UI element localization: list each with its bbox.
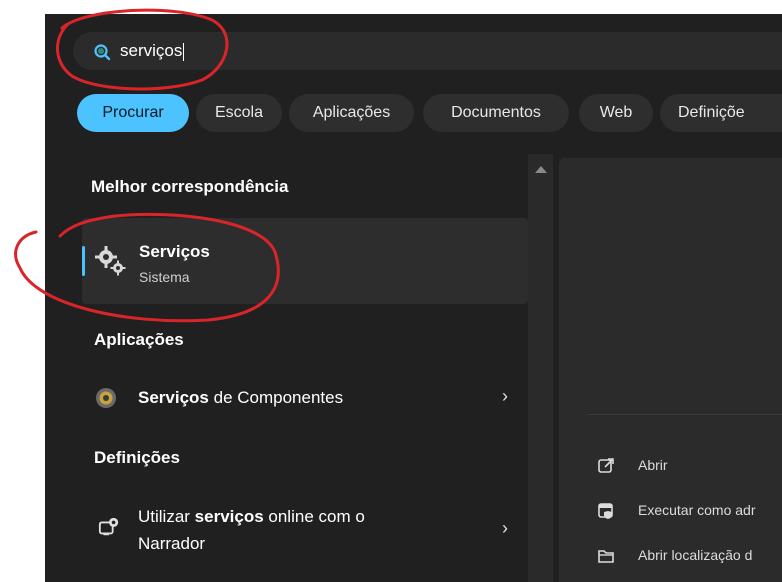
best-match-subtitle: Sistema bbox=[139, 269, 190, 285]
scroll-up-arrow[interactable] bbox=[535, 166, 547, 173]
action-run-as-admin[interactable]: Executar como adr bbox=[638, 502, 756, 518]
search-icon bbox=[94, 44, 111, 61]
chevron-right-icon[interactable]: › bbox=[502, 518, 508, 539]
run-as-admin-icon bbox=[598, 503, 613, 519]
tab-documentos[interactable]: Documentos bbox=[423, 94, 569, 132]
preview-panel bbox=[559, 158, 782, 582]
text-caret bbox=[183, 42, 185, 61]
tab-escola[interactable]: Escola bbox=[196, 94, 282, 132]
narrator-settings-icon bbox=[98, 517, 119, 536]
preview-divider bbox=[587, 414, 782, 415]
open-icon bbox=[598, 458, 614, 473]
chevron-right-icon[interactable]: › bbox=[502, 386, 508, 407]
search-input[interactable]: serviços bbox=[120, 41, 185, 61]
tab-definicoes[interactable]: Definiçõe bbox=[660, 94, 782, 132]
search-bar[interactable]: serviços bbox=[73, 32, 782, 70]
settings-result-line1: Utilizar serviços online com o bbox=[138, 507, 365, 526]
selection-indicator bbox=[82, 246, 85, 276]
best-match-title: Serviços bbox=[139, 242, 210, 261]
action-open[interactable]: Abrir bbox=[638, 457, 668, 473]
settings-heading: Definições bbox=[94, 448, 180, 467]
tab-web[interactable]: Web bbox=[579, 94, 653, 132]
component-services-icon bbox=[96, 388, 116, 408]
action-open-location[interactable]: Abrir localização d bbox=[638, 547, 752, 563]
tab-procurar[interactable]: Procurar bbox=[77, 94, 189, 132]
app-result-label: Serviços de Componentes bbox=[138, 388, 344, 407]
best-match-item[interactable]: Serviços Sistema bbox=[82, 218, 528, 304]
folder-icon bbox=[598, 550, 614, 563]
settings-result-item[interactable]: Utilizar serviços online com o Narrador … bbox=[82, 498, 528, 562]
results-scrollbar[interactable] bbox=[528, 154, 553, 582]
gears-icon bbox=[95, 246, 126, 276]
tab-aplicacoes[interactable]: Aplicações bbox=[289, 94, 414, 132]
start-search-window: serviços Procurar Escola Aplicações Docu… bbox=[45, 14, 782, 582]
apps-heading: Aplicações bbox=[94, 330, 184, 349]
app-result-item[interactable]: Serviços de Componentes › bbox=[82, 380, 528, 416]
settings-result-line2: Narrador bbox=[138, 534, 206, 553]
best-match-heading: Melhor correspondência bbox=[91, 177, 289, 196]
